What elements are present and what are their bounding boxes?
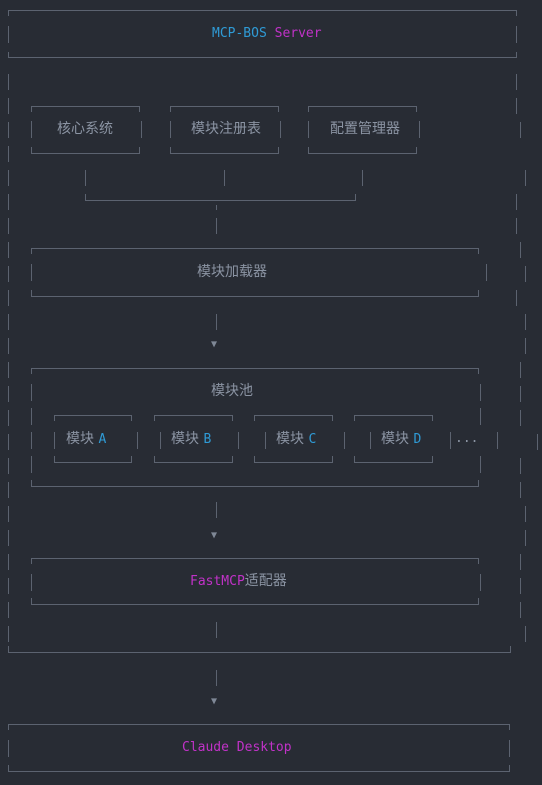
config-manager-label: 配置管理器 (330, 121, 400, 137)
module-registry-label: 模块注册表 (191, 121, 261, 137)
module-pool-box (31, 368, 498, 487)
adapter-suffix: 适配器 (244, 573, 287, 589)
module-d-letter: D (413, 432, 422, 447)
top-connectors (85, 170, 363, 234)
module-loader-label: 模块加载器 (197, 264, 267, 280)
fastmcp-adapter-label: FastMCP适配器 (190, 573, 287, 590)
adapter-name: FastMCP (190, 574, 245, 589)
module-d-label: 模块 D (381, 431, 421, 448)
diagram-lines (8, 10, 538, 772)
module-d-prefix: 模块 (381, 431, 414, 447)
arrow-to-client: ▼ (211, 696, 218, 707)
core-system-label: 核心系统 (57, 121, 113, 137)
server-suffix: Server (266, 26, 322, 41)
module-b-label: 模块 B (171, 431, 211, 448)
arrow-to-pool: ▼ (211, 339, 218, 350)
module-a-letter: A (98, 432, 107, 447)
module-pool-title: 模块池 (211, 383, 253, 399)
claude-desktop-label: Claude Desktop (182, 740, 292, 755)
module-c-label: 模块 C (276, 431, 316, 448)
more-modules-ellipsis: ... (455, 431, 479, 446)
server-name: MCP-BOS (212, 26, 267, 41)
module-b-prefix: 模块 (171, 431, 204, 447)
module-a-label: 模块 A (66, 431, 106, 448)
server-title: MCP-BOS Server (212, 26, 322, 42)
server-container (8, 74, 538, 653)
module-c-prefix: 模块 (276, 431, 309, 447)
module-c-letter: C (308, 432, 317, 447)
module-a-prefix: 模块 (66, 431, 99, 447)
module-b-letter: B (203, 432, 212, 447)
architecture-diagram: MCP-BOS Server 核心系统 模块注册表 配置管理器 模块加载器 ▼ … (0, 0, 542, 785)
arrow-to-adapter: ▼ (211, 530, 218, 541)
